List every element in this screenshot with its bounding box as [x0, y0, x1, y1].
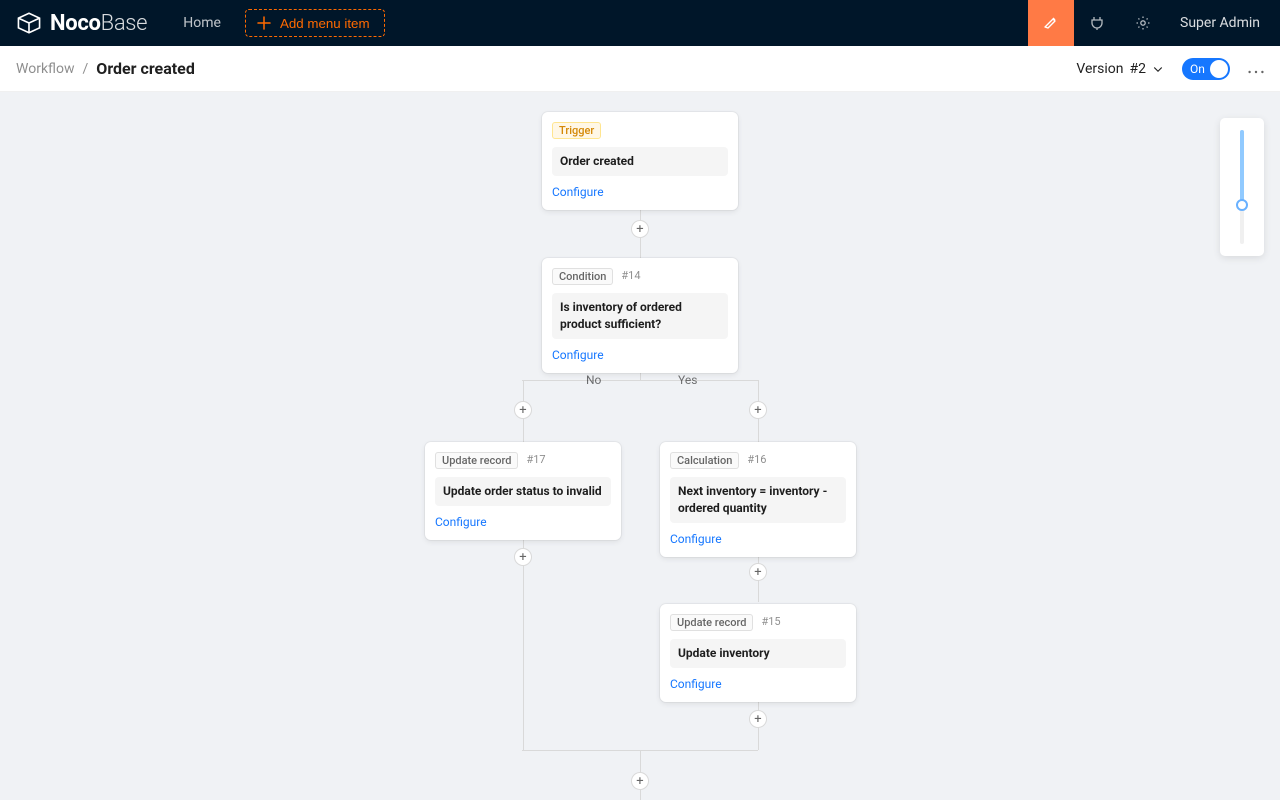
more-button[interactable] [1248, 58, 1264, 79]
plus-icon [256, 15, 272, 31]
add-node-button[interactable]: + [749, 710, 767, 728]
gear-icon [1135, 15, 1151, 31]
node-title: Update order status to invalid [435, 477, 611, 506]
branch-label-yes: Yes [678, 373, 697, 387]
node-title: Is inventory of ordered product sufficie… [552, 293, 728, 339]
node-type-tag: Calculation [670, 452, 739, 469]
add-node-button[interactable]: + [749, 401, 767, 419]
node-type-tag: Condition [552, 268, 613, 285]
add-node-button[interactable]: + [631, 220, 649, 238]
configure-link[interactable]: Configure [670, 532, 722, 546]
sub-header: Workflow / Order created Version #2 On [0, 46, 1280, 92]
node-title: Order created [552, 147, 728, 176]
version-selector[interactable]: Version #2 [1076, 61, 1164, 77]
dots-icon [1248, 70, 1264, 74]
configure-link[interactable]: Configure [552, 185, 604, 199]
breadcrumb-sep: / [83, 61, 89, 77]
add-menu-item-button[interactable]: Add menu item [245, 9, 385, 37]
zoom-slider[interactable] [1220, 118, 1264, 256]
add-node-button[interactable]: + [749, 563, 767, 581]
node-type-tag: Update record [435, 452, 518, 469]
plugins-button[interactable] [1074, 0, 1120, 46]
logo-icon [16, 12, 42, 34]
highlighter-icon [1043, 15, 1059, 31]
node-id: #16 [745, 452, 768, 469]
node-update-inventory[interactable]: Update record #15 Update inventory Confi… [660, 604, 856, 702]
add-node-button[interactable]: + [631, 772, 649, 790]
configure-link[interactable]: Configure [435, 515, 487, 529]
top-nav: NocoBase Home Add menu item Super Admin [0, 0, 1280, 46]
nav-home[interactable]: Home [183, 15, 221, 31]
configure-link[interactable]: Configure [670, 677, 722, 691]
brand-main: Noco [50, 11, 101, 36]
node-type-tag: Update record [670, 614, 753, 631]
chevron-down-icon [1152, 63, 1164, 75]
node-id: #14 [619, 268, 642, 285]
zoom-handle[interactable] [1236, 199, 1248, 211]
toggle-knob [1210, 60, 1228, 78]
workflow-canvas[interactable]: No Yes + + + + + + + Trigger Order creat… [0, 92, 1280, 800]
edit-mode-button[interactable] [1028, 0, 1074, 46]
brand-logo[interactable]: NocoBase [16, 11, 147, 36]
node-id: #15 [759, 614, 782, 631]
settings-button[interactable] [1120, 0, 1166, 46]
breadcrumb-current: Order created [96, 59, 195, 78]
version-label: Version [1076, 61, 1123, 77]
node-id: #17 [524, 452, 547, 469]
add-node-button[interactable]: + [514, 401, 532, 419]
node-tag-trigger: Trigger [552, 122, 601, 139]
nav-user[interactable]: Super Admin [1166, 15, 1280, 31]
breadcrumb-root[interactable]: Workflow [16, 61, 75, 77]
branch-label-no: No [586, 373, 601, 387]
node-title: Next inventory = inventory - ordered qua… [670, 477, 846, 523]
add-node-button[interactable]: + [514, 548, 532, 566]
node-condition[interactable]: Condition #14 Is inventory of ordered pr… [542, 258, 738, 373]
configure-link[interactable]: Configure [552, 348, 604, 362]
node-update-invalid[interactable]: Update record #17 Update order status to… [425, 442, 621, 540]
node-title: Update inventory [670, 639, 846, 668]
brand-sub: Base [101, 11, 148, 36]
plug-icon [1089, 15, 1105, 31]
node-calculation[interactable]: Calculation #16 Next inventory = invento… [660, 442, 856, 557]
version-number: #2 [1130, 61, 1147, 77]
node-trigger[interactable]: Trigger Order created Configure [542, 112, 738, 210]
workflow-enable-toggle[interactable]: On [1182, 58, 1230, 80]
